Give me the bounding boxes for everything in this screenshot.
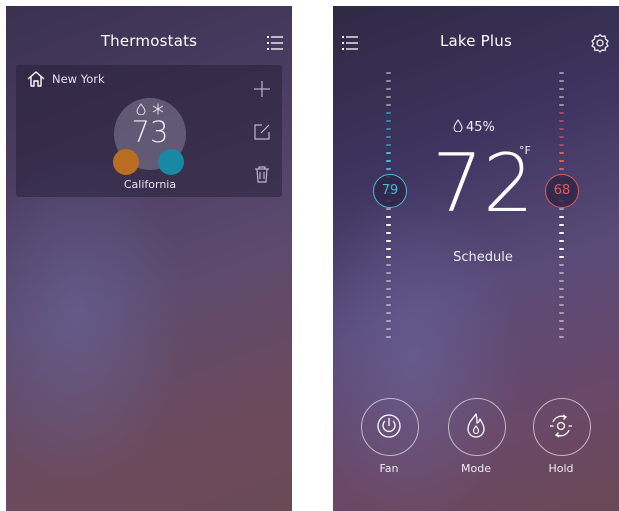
list-menu-icon[interactable] [266,35,284,51]
scale-tick [386,288,391,290]
humidity-readout: 45% [453,119,495,135]
scale-tick [386,208,391,210]
scale-tick [559,216,564,218]
scale-tick [559,144,564,146]
scale-tick [386,328,391,330]
card-name: California [123,178,177,191]
scale-tick [386,232,391,234]
scale-tick [559,264,564,266]
scale-tick [386,112,391,114]
scale-tick [386,96,391,98]
scale-tick [386,88,391,90]
scale-tick [559,160,564,162]
page-title: Lake Plus [439,32,513,50]
scale-tick [559,280,564,282]
scale-tick [386,312,391,314]
snowflake-icon [152,103,164,115]
scale-tick [559,296,564,298]
scale-tick [559,120,564,122]
hold-label: Hold [548,462,574,475]
scale-tick [559,304,564,306]
thermostat-detail-screen: Lake Plus 79 68 45% 72 °F Schedule Fan M… [333,6,619,511]
scale-tick [559,272,564,274]
water-drop-icon [453,119,463,133]
scale-tick [386,320,391,322]
trash-icon[interactable] [253,165,271,183]
flame-icon [467,413,485,438]
scale-tick [559,248,564,250]
scale-tick [559,336,564,338]
scale-tick [559,72,564,74]
scale-tick [386,80,391,82]
scale-tick [386,224,391,226]
scale-tick [559,112,564,114]
scale-tick [386,144,391,146]
orange-indicator [113,149,139,175]
scale-tick [386,264,391,266]
scale-tick [386,136,391,138]
scale-tick [559,152,564,154]
home-icon [27,71,45,87]
scale-tick [559,312,564,314]
power-icon [377,414,401,438]
scale-tick [559,232,564,234]
scale-tick [559,224,564,226]
scale-tick [559,128,564,130]
fan-button[interactable] [361,398,419,456]
heat-setpoint-knob[interactable]: 68 [545,174,579,208]
scale-tick [386,248,391,250]
scale-tick [386,256,391,258]
scale-tick [386,168,391,170]
scale-tick [386,240,391,242]
scale-tick [559,96,564,98]
scale-tick [386,120,391,122]
scale-tick [386,104,391,106]
scale-tick [559,256,564,258]
temperature-unit: °F [519,144,531,157]
scale-tick [386,160,391,162]
blue-indicator [158,149,184,175]
edit-icon[interactable] [253,123,271,141]
scale-tick [386,304,391,306]
scale-tick [386,296,391,298]
scale-tick [386,128,391,130]
scale-tick [386,280,391,282]
scale-tick [559,240,564,242]
scale-tick [559,104,564,106]
scale-tick [386,336,391,338]
scale-tick [386,72,391,74]
background-glow [6,146,186,486]
water-drop-icon [136,103,146,116]
scale-tick [559,320,564,322]
schedule-label[interactable]: Schedule [428,250,538,265]
mode-label: Mode [461,462,491,475]
card-temperature: 73 [131,115,169,149]
hold-button[interactable] [533,398,591,456]
scale-tick [386,216,391,218]
cool-setpoint-knob[interactable]: 79 [373,174,407,208]
mode-button[interactable] [448,398,506,456]
card-location: New York [52,72,105,86]
thermostats-screen: Thermostats New York 73 California [6,6,292,511]
scale-tick [386,152,391,154]
scale-tick [559,136,564,138]
mode-icons [114,102,186,116]
plus-icon[interactable] [253,80,271,98]
scale-tick [559,288,564,290]
humidity-value: 45% [466,120,495,135]
scale-tick [559,208,564,210]
scale-tick [559,80,564,82]
fan-label: Fan [379,462,399,475]
scale-tick [559,168,564,170]
page-title: Thermostats [100,32,198,50]
settings-gear-icon[interactable] [590,33,610,53]
scale-tick [559,88,564,90]
scale-tick [386,272,391,274]
scale-tick [559,328,564,330]
hold-icon [550,414,572,438]
